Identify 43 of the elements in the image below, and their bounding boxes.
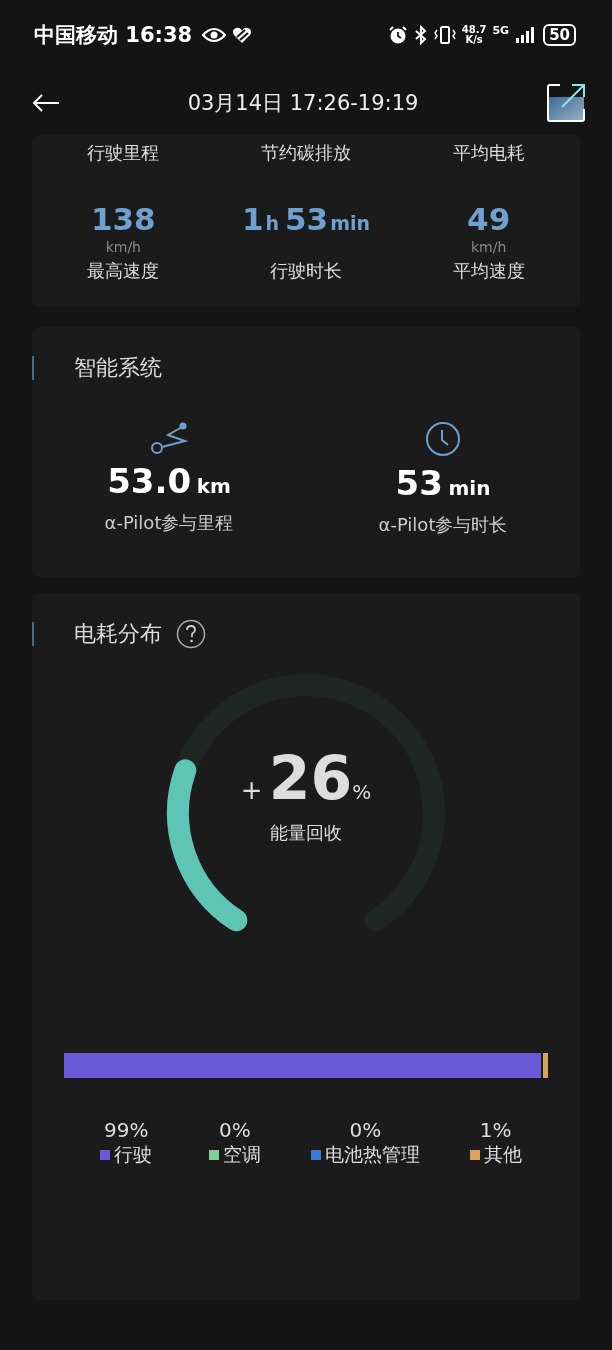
metric-value: 53 min xyxy=(395,463,491,503)
metric-value: 53.0 km xyxy=(107,461,231,501)
share-percent: 99% xyxy=(104,1118,149,1142)
share-percent: 1% xyxy=(479,1118,512,1142)
eye-icon xyxy=(202,26,227,44)
trip-title: 03月14日 17:26-19:19 xyxy=(187,89,419,117)
section-title: 智能系统 xyxy=(74,354,162,382)
stat-unit: km/h xyxy=(105,239,141,257)
metric-label: α-Pilot参与时长 xyxy=(378,513,508,537)
legend-label: 电池热管理 xyxy=(324,1142,420,1167)
share-percent: 0% xyxy=(349,1118,382,1142)
stat-label: 节约碳排放 xyxy=(261,141,351,165)
section-title: 电耗分布 xyxy=(74,620,162,648)
metric-label: α-Pilot参与里程 xyxy=(104,511,234,535)
stat-value: 1 h 53 min xyxy=(241,201,371,239)
stat-label: 平均电耗 xyxy=(452,141,525,165)
network-type: 5G xyxy=(492,24,510,37)
stat-unit: km/h xyxy=(471,239,507,257)
stat-label: 最高速度 xyxy=(87,259,160,283)
alarm-icon xyxy=(387,25,408,45)
legend-label: 其他 xyxy=(483,1142,522,1167)
recovery-value: +26% xyxy=(240,743,372,813)
stat-label: 平均速度 xyxy=(452,259,525,283)
legend-label: 行驶 xyxy=(114,1142,153,1167)
battery-indicator: 50 xyxy=(543,24,576,46)
recovery-label: 能量回收 xyxy=(270,821,342,845)
heart-icon xyxy=(232,26,253,44)
network-speed: 48.7 K/s xyxy=(461,25,487,45)
route-icon xyxy=(150,421,188,455)
share-percent: 0% xyxy=(219,1118,251,1142)
legend-label: 空调 xyxy=(222,1142,261,1167)
stat-label: 行驶里程 xyxy=(87,141,160,165)
carrier-time: 中国移动 16:38 xyxy=(34,22,193,49)
stat-label: 行驶时长 xyxy=(270,259,342,283)
vibrate-icon xyxy=(433,25,456,45)
clock-icon xyxy=(425,421,461,457)
bluetooth-icon xyxy=(413,25,428,45)
share-icon[interactable] xyxy=(546,82,586,123)
help-icon[interactable] xyxy=(176,619,206,649)
stat-value: 49 xyxy=(467,201,511,239)
stat-value: 138 xyxy=(90,201,156,239)
bar-segment xyxy=(543,1053,548,1078)
back-icon[interactable] xyxy=(32,93,60,112)
